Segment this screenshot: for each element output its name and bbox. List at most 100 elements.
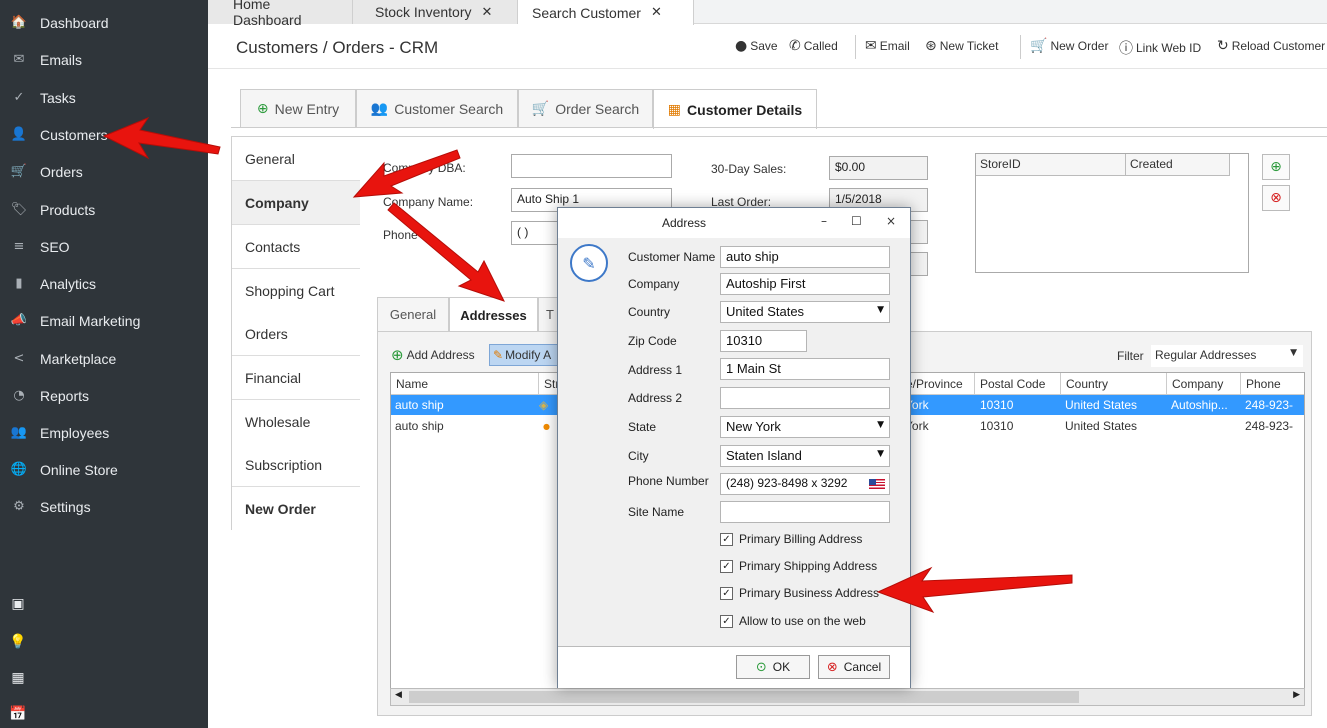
tab-order-search[interactable]: 🛒 Order Search bbox=[518, 89, 653, 127]
sidebar-item-label: Marketplace bbox=[40, 350, 117, 367]
primary-billing-checkbox[interactable]: ✓ Primary Billing Address bbox=[720, 532, 862, 546]
nav-wholesale[interactable]: Wholesale bbox=[232, 400, 360, 444]
us-flag-icon[interactable] bbox=[869, 479, 885, 489]
nav-general[interactable]: General bbox=[232, 137, 360, 181]
sidebar-item-dashboard[interactable]: 🏠 Dashboard bbox=[0, 4, 208, 41]
tab-addresses[interactable]: Addresses bbox=[449, 297, 538, 332]
scroll-right-icon[interactable]: ▶ bbox=[1293, 690, 1300, 700]
save-button[interactable]: ● Save bbox=[735, 38, 778, 54]
company-dba-label: Company DBA: bbox=[383, 161, 466, 175]
tab-general-inner[interactable]: General bbox=[377, 297, 449, 331]
nav-contacts[interactable]: Contacts bbox=[232, 225, 360, 269]
column-header-storeid[interactable]: StoreID bbox=[976, 154, 1126, 176]
sidebar-item-label: Tasks bbox=[40, 89, 76, 106]
tab-new-entry[interactable]: ⊕ New Entry bbox=[240, 89, 356, 127]
primary-shipping-checkbox[interactable]: ✓ Primary Shipping Address bbox=[720, 559, 877, 573]
city-select[interactable]: Staten Island ▼ bbox=[720, 445, 890, 467]
tab-customer-search[interactable]: 👥 Customer Search bbox=[356, 89, 518, 127]
email-button[interactable]: ✉ Email bbox=[865, 38, 910, 54]
sidebar-item-settings[interactable]: ⚙ Settings bbox=[0, 488, 208, 525]
tab-label: Customer Search bbox=[394, 100, 504, 117]
lightbulb-icon[interactable]: 💡 bbox=[8, 634, 28, 654]
sidebar: 🏠 Dashboard ✉ Emails ✓ Tasks 👤 Customers 🛒 Or… bbox=[0, 0, 208, 728]
customer-name-input[interactable]: auto ship bbox=[720, 246, 890, 268]
pie-chart-icon: ◔ bbox=[13, 388, 25, 403]
add-store-button[interactable]: ⊕ bbox=[1262, 154, 1290, 180]
called-button[interactable]: ✆ Called bbox=[789, 38, 838, 54]
sidebar-item-label: Email Marketing bbox=[40, 312, 141, 329]
reload-customer-button[interactable]: ↻ Reload Customer bbox=[1217, 38, 1327, 54]
nav-company[interactable]: Company bbox=[232, 181, 360, 225]
company-dba-input[interactable] bbox=[511, 154, 672, 178]
remove-store-button[interactable]: ⊗ bbox=[1262, 185, 1290, 211]
nav-shopping-cart[interactable]: Shopping Cart bbox=[232, 269, 360, 313]
screens-icon[interactable]: ▣ bbox=[8, 596, 28, 616]
column-header-name[interactable]: Name bbox=[391, 373, 539, 395]
tab-label: Search Customer bbox=[532, 4, 641, 21]
column-header-country[interactable]: Country bbox=[1061, 373, 1167, 395]
sidebar-item-tasks[interactable]: ✓ Tasks bbox=[0, 79, 208, 116]
button-label: Save bbox=[750, 39, 778, 53]
grid-icon[interactable]: ▦ bbox=[8, 670, 28, 690]
sidebar-item-products[interactable]: 🏷 Products bbox=[0, 191, 208, 228]
sidebar-item-emails[interactable]: ✉ Emails bbox=[0, 41, 208, 78]
new-ticket-button[interactable]: ⊛ New Ticket bbox=[925, 38, 998, 54]
column-header-province[interactable]: e/Province bbox=[901, 373, 975, 395]
close-icon[interactable]: ✕ bbox=[482, 5, 493, 20]
sidebar-item-email-marketing[interactable]: 📣 Email Marketing bbox=[0, 302, 208, 339]
tab-customer-details[interactable]: ▦ Customer Details bbox=[653, 89, 817, 129]
sidebar-item-orders[interactable]: 🛒 Orders bbox=[0, 153, 208, 190]
tab-search-customer[interactable]: Search Customer ✕ bbox=[518, 0, 694, 25]
nav-orders[interactable]: Orders bbox=[232, 312, 360, 356]
nav-subscription[interactable]: Subscription bbox=[232, 443, 360, 487]
cancel-button[interactable]: ⊗ Cancel bbox=[818, 655, 890, 679]
scrollbar-thumb[interactable] bbox=[409, 691, 1079, 703]
primary-business-checkbox[interactable]: ✓ Primary Business Address bbox=[720, 586, 879, 600]
chevron-down-icon: ▼ bbox=[877, 305, 884, 315]
add-address-button[interactable]: ⊕ Add Address bbox=[391, 346, 475, 364]
sidebar-item-marketplace[interactable]: < Marketplace bbox=[0, 340, 208, 377]
column-header-company[interactable]: Company bbox=[1167, 373, 1241, 395]
zip-code-input[interactable]: 10310 bbox=[720, 330, 807, 352]
link-web-id-button[interactable]: ⓘ Link Web ID bbox=[1119, 38, 1201, 58]
dialog-titlebar[interactable]: Address – ☐ × bbox=[558, 208, 910, 238]
sidebar-item-seo[interactable]: ≡ SEO bbox=[0, 228, 208, 265]
filter-select[interactable]: Regular Addresses ▼ bbox=[1151, 345, 1303, 367]
country-select[interactable]: United States ▼ bbox=[720, 301, 890, 323]
address-type-icon: ● bbox=[543, 422, 550, 431]
reload-icon: ↻ bbox=[1217, 38, 1229, 54]
maximize-icon[interactable]: ☐ bbox=[851, 214, 862, 228]
nav-new-order[interactable]: New Order bbox=[232, 487, 360, 531]
new-order-button[interactable]: 🛒 New Order bbox=[1030, 38, 1108, 54]
sidebar-item-online-store[interactable]: 🌐 Online Store bbox=[0, 451, 208, 488]
sidebar-item-reports[interactable]: ◔ Reports bbox=[0, 377, 208, 414]
address-1-input[interactable]: 1 Main St bbox=[720, 358, 890, 380]
minimize-icon[interactable]: – bbox=[821, 214, 827, 228]
site-name-input[interactable] bbox=[720, 501, 890, 523]
column-header-phone[interactable]: Phone bbox=[1241, 373, 1304, 395]
filter-value: Regular Addresses bbox=[1155, 348, 1257, 362]
allow-web-checkbox[interactable]: ✓ Allow to use on the web bbox=[720, 614, 866, 628]
sidebar-item-label: Settings bbox=[40, 498, 91, 515]
company-input[interactable]: Autoship First bbox=[720, 273, 890, 295]
sidebar-item-customers[interactable]: 👤 Customers bbox=[0, 116, 208, 153]
calendar-icon[interactable]: 📅 bbox=[8, 706, 28, 726]
close-icon[interactable]: × bbox=[886, 214, 896, 228]
store-grid[interactable]: StoreID Created bbox=[975, 153, 1249, 273]
tab-home-dashboard[interactable]: Home Dashboard bbox=[208, 0, 353, 28]
close-icon[interactable]: ✕ bbox=[651, 5, 662, 20]
nav-financial[interactable]: Financial bbox=[232, 356, 360, 400]
tab-stock-inventory[interactable]: Stock Inventory ✕ bbox=[353, 0, 518, 24]
sidebar-item-employees[interactable]: 👥 Employees bbox=[0, 414, 208, 451]
modify-address-button[interactable]: ✎ Modify A bbox=[489, 344, 559, 366]
scroll-left-icon[interactable]: ◀ bbox=[395, 690, 402, 700]
address-1-label: Address 1 bbox=[628, 363, 683, 377]
ok-button[interactable]: ⊙ OK bbox=[736, 655, 810, 679]
address-2-input[interactable] bbox=[720, 387, 890, 409]
column-header-created[interactable]: Created bbox=[1126, 154, 1230, 176]
phone-number-input[interactable]: (248) 923-8498 x 3292 bbox=[720, 473, 890, 495]
sidebar-item-analytics[interactable]: ▮ Analytics bbox=[0, 265, 208, 302]
horizontal-scrollbar[interactable]: ◀ ▶ bbox=[390, 688, 1305, 706]
column-header-postal-code[interactable]: Postal Code bbox=[975, 373, 1061, 395]
state-select[interactable]: New York ▼ bbox=[720, 416, 890, 438]
